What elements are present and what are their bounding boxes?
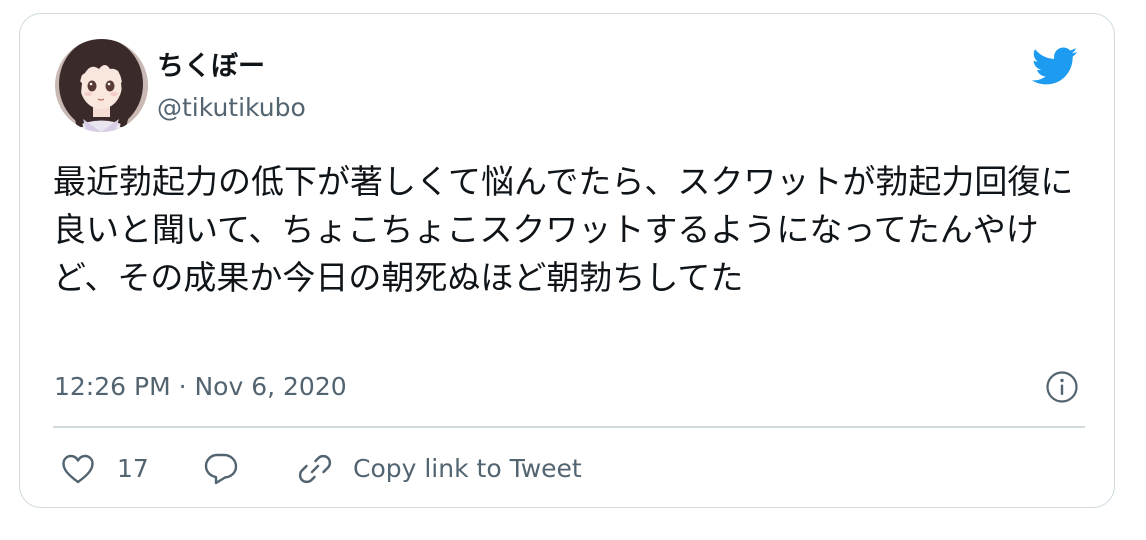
heart-icon <box>62 454 94 484</box>
like-button[interactable]: 17 <box>61 452 149 486</box>
divider <box>53 426 1085 428</box>
twitter-bird-icon[interactable] <box>1030 46 1078 86</box>
link-icon <box>298 454 332 484</box>
tweet-text: 最近勃起力の低下が著しくて悩んでたら、スクワットが勃起力回復に良いと聞いて、ちょ… <box>53 162 1074 297</box>
tweet-card: ちくぼー @tikutikubo 最近勃起力の低下が著しくて悩んでたら、スクワッ… <box>19 13 1115 508</box>
anime-girl-avatar-icon <box>55 39 148 132</box>
copy-link-button[interactable]: Copy link to Tweet <box>297 452 582 486</box>
like-count: 17 <box>117 454 149 483</box>
display-name[interactable]: ちくぼー <box>157 50 265 84</box>
tweet-timestamp[interactable]: 12:26 PM · Nov 6, 2020 <box>54 371 347 403</box>
copy-link-label: Copy link to Tweet <box>353 454 582 483</box>
reply-icon <box>204 453 238 485</box>
reply-button[interactable] <box>203 452 239 486</box>
info-icon[interactable] <box>1045 370 1079 404</box>
user-handle[interactable]: @tikutikubo <box>157 92 306 124</box>
avatar[interactable] <box>55 39 148 132</box>
